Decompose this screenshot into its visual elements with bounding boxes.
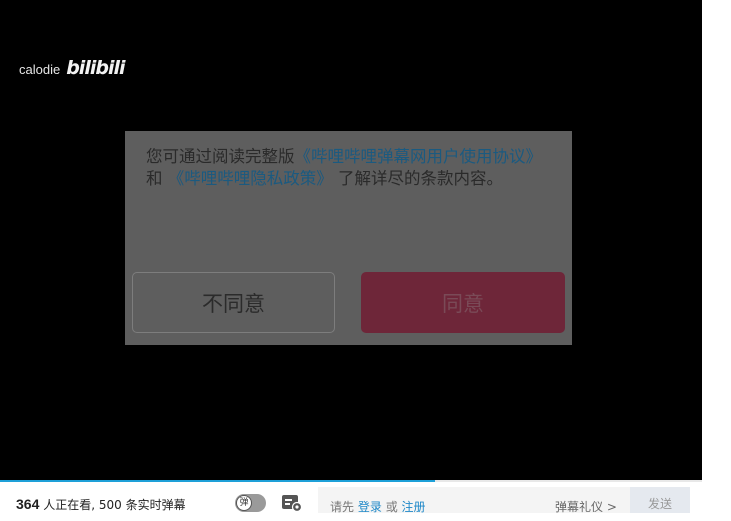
agreement-text-part1: 您可通过阅读完整版 <box>146 147 295 166</box>
agreement-text-part3: 了解详尽的条款内容。 <box>338 169 503 188</box>
register-link[interactable]: 注册 <box>402 500 426 514</box>
danmaku-toggle-knob: 弹 <box>236 495 252 511</box>
danmaku-settings-icon[interactable] <box>281 494 303 512</box>
agreement-text: 您可通过阅读完整版《哔哩哔哩弹幕网用户使用协议》 和 《哔哩哔哩隐私政策》 了解… <box>146 146 556 190</box>
user-agreement-link[interactable]: 《哔哩哔哩弹幕网用户使用协议》 <box>295 147 543 166</box>
privacy-policy-link[interactable]: 《哔哩哔哩隐私政策》 <box>168 169 333 188</box>
agreement-dialog: 您可通过阅读完整版《哔哩哔哩弹幕网用户使用协议》 和 《哔哩哔哩隐私政策》 了解… <box>125 131 572 345</box>
watermark: calodie bilibili <box>19 57 125 79</box>
login-prompt: 请先 登录 或 注册 <box>330 498 426 515</box>
login-prefix: 请先 <box>330 500 355 514</box>
login-link[interactable]: 登录 <box>358 500 382 514</box>
danmaku-text: 条实时弹幕 <box>125 498 186 512</box>
viewer-stats: 364 人正在看, 500 条实时弹幕 <box>16 496 186 513</box>
video-player[interactable]: calodie bilibili 您可通过阅读完整版《哔哩哔哩弹幕网用户使用协议… <box>0 0 702 480</box>
danmaku-etiquette-link[interactable]: 弹幕礼仪 > <box>555 498 617 515</box>
danmaku-toggle-icon[interactable]: 弹 <box>235 494 266 512</box>
viewer-text: 人正在看, <box>43 498 96 512</box>
agreement-text-part2: 和 <box>146 169 163 188</box>
viewer-count: 364 <box>16 496 40 512</box>
danmaku-input-area[interactable]: 请先 登录 或 注册 弹幕礼仪 > 发送 <box>318 487 690 515</box>
disagree-button[interactable]: 不同意 <box>132 272 335 333</box>
player-bottom-bar: 364 人正在看, 500 条实时弹幕 弹 请先 登录 或 注册 弹幕礼仪 > … <box>0 482 731 515</box>
agree-button[interactable]: 同意 <box>361 272 565 333</box>
watermark-username: calodie <box>19 62 61 77</box>
login-or: 或 <box>385 500 398 514</box>
danmaku-count: 500 <box>98 498 122 512</box>
send-button[interactable]: 发送 <box>630 487 690 513</box>
bilibili-logo: bilibili <box>66 57 125 79</box>
